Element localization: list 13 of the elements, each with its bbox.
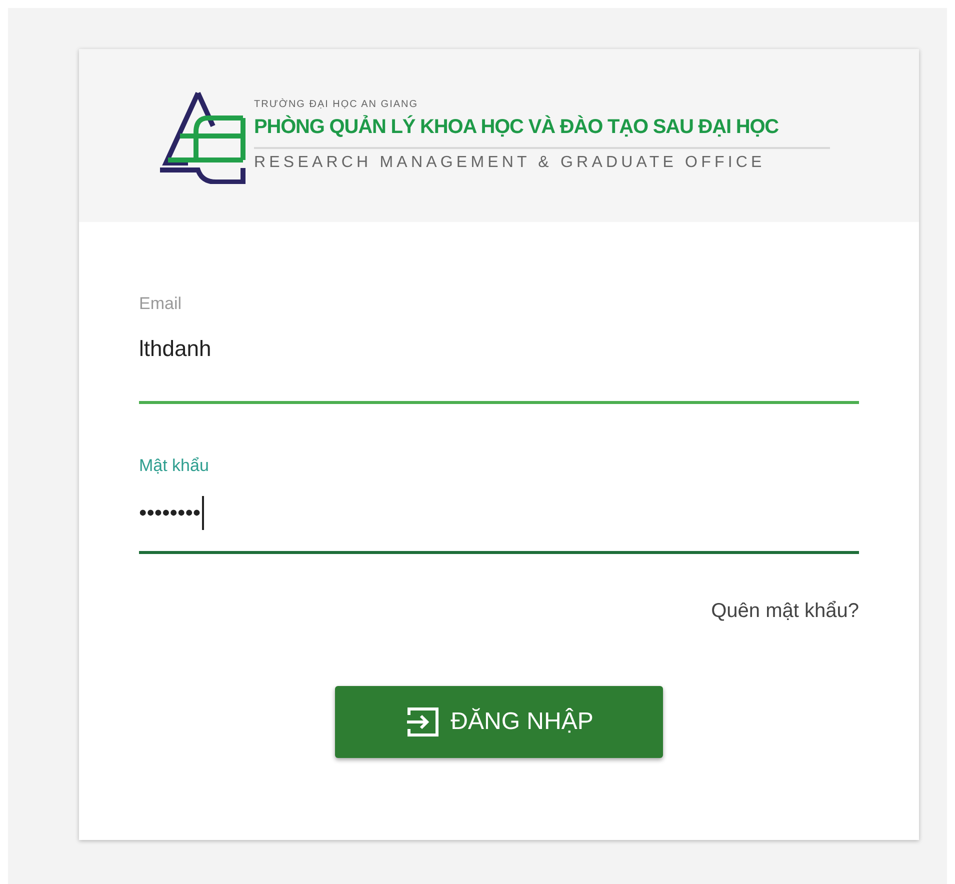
login-button[interactable]: ĐĂNG NHẬP [335, 686, 663, 758]
office-name: PHÒNG QUẢN LÝ KHOA HỌC VÀ ĐÀO TẠO SAU ĐẠI HỌC [254, 114, 778, 140]
password-field[interactable]: Mật khẩu •••••••• [139, 454, 859, 554]
field-value: •••••••• [139, 499, 201, 527]
field-value: lthdanh [139, 335, 212, 363]
forgot-password-link[interactable]: Quên mật khẩu? [711, 596, 859, 626]
field-label: Email [139, 293, 183, 315]
email-field[interactable]: Email lthdanh [139, 292, 859, 404]
office-english-name: RESEARCH MANAGEMENT & GRADUATE OFFICE [254, 152, 766, 172]
login-icon [404, 705, 441, 739]
text-cursor [202, 496, 204, 530]
university-name: TRƯỜNG ĐẠI HỌC AN GIANG [254, 98, 420, 110]
field-label: Mật khẩu [139, 455, 210, 477]
